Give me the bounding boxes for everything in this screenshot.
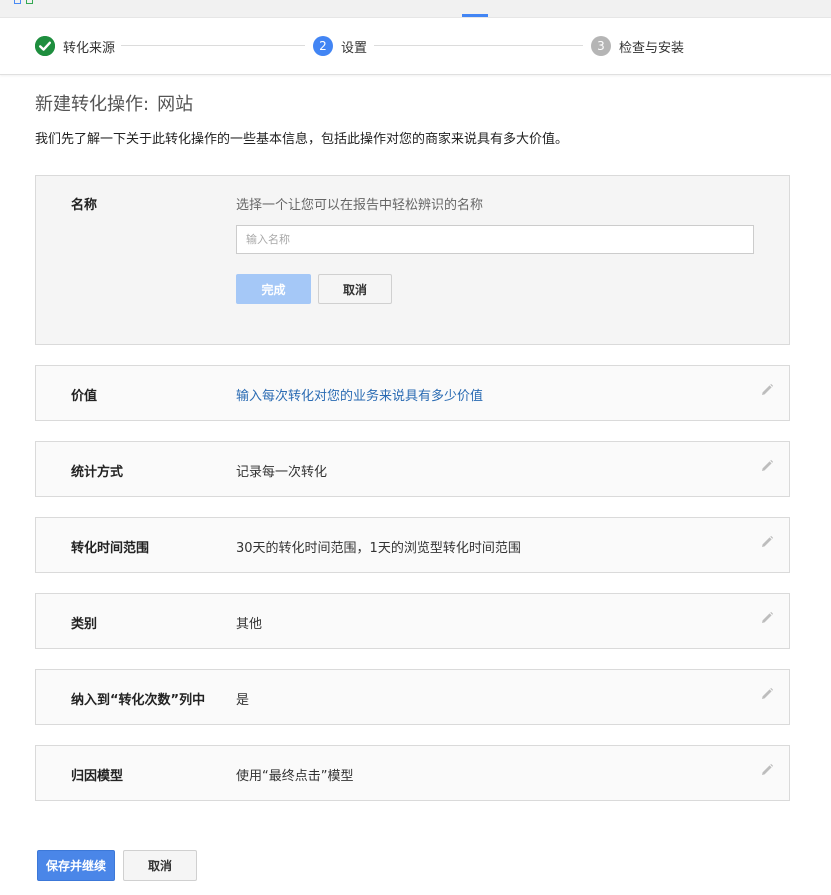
count-label: 统计方式 — [71, 465, 124, 480]
category-label: 类别 — [71, 617, 98, 632]
pencil-icon[interactable] — [760, 383, 774, 397]
pencil-icon[interactable] — [760, 763, 774, 777]
step-label: 检查与安装 — [619, 40, 685, 56]
include-in-conversions-section[interactable]: 纳入到“转化次数”列中 是 — [35, 669, 790, 725]
count-section[interactable]: 统计方式 记录每一次转化 — [35, 441, 790, 497]
active-tab-indicator — [462, 14, 488, 17]
step-review-install[interactable]: 3 检查与安装 — [591, 35, 684, 57]
name-label: 名称 — [71, 198, 98, 213]
attribution-model-value: 使用“最终点击”模型 — [236, 769, 354, 784]
cancel-button[interactable]: 取消 — [123, 850, 197, 881]
category-section[interactable]: 类别 其他 — [35, 593, 790, 649]
name-input[interactable] — [236, 225, 754, 254]
attribution-model-section[interactable]: 归因模型 使用“最终点击”模型 — [35, 745, 790, 801]
app-logo-icon — [14, 0, 44, 4]
page-description: 我们先了解一下关于此转化操作的一些基本信息，包括此操作对您的商家来说具有多大价值… — [35, 132, 569, 147]
pencil-icon[interactable] — [760, 687, 774, 701]
progress-stepper: 转化来源 2 设置 3 检查与安装 — [0, 18, 831, 75]
include-in-conversions-label: 纳入到“转化次数”列中 — [71, 693, 206, 708]
name-section: 名称 选择一个让您可以在报告中轻松辨识的名称 完成 取消 — [35, 175, 790, 345]
step-settings[interactable]: 2 设置 — [313, 35, 367, 57]
value-link[interactable]: 输入每次转化对您的业务来说具有多少价值 — [236, 385, 483, 404]
page-title: 新建转化操作: 网站 — [35, 90, 193, 116]
count-value: 记录每一次转化 — [236, 465, 328, 480]
conversion-window-label: 转化时间范围 — [71, 541, 150, 556]
top-bar — [0, 0, 831, 18]
step-connector — [374, 45, 583, 46]
value-label: 价值 — [71, 389, 98, 404]
conversion-window-section[interactable]: 转化时间范围 30天的转化时间范围，1天的浏览型转化时间范围 — [35, 517, 790, 573]
pencil-icon[interactable] — [760, 611, 774, 625]
value-section[interactable]: 价值 输入每次转化对您的业务来说具有多少价值 — [35, 365, 790, 421]
step-number: 3 — [591, 36, 611, 56]
step-conversion-source[interactable]: 转化来源 — [35, 35, 115, 57]
pencil-icon[interactable] — [760, 535, 774, 549]
pencil-icon[interactable] — [760, 459, 774, 473]
step-number: 2 — [313, 36, 333, 56]
name-cancel-button[interactable]: 取消 — [318, 274, 392, 304]
save-and-continue-button[interactable]: 保存并继续 — [37, 850, 115, 881]
include-in-conversions-value: 是 — [236, 693, 250, 708]
category-value: 其他 — [236, 617, 263, 632]
attribution-model-label: 归因模型 — [71, 769, 124, 784]
page-title-prefix: 新建转化操作: — [35, 94, 150, 115]
checkmark-icon — [35, 36, 55, 56]
step-label: 转化来源 — [63, 40, 116, 56]
name-hint: 选择一个让您可以在报告中轻松辨识的名称 — [236, 198, 484, 213]
step-connector — [121, 45, 305, 46]
step-label: 设置 — [341, 40, 368, 56]
conversion-window-value: 30天的转化时间范围，1天的浏览型转化时间范围 — [236, 541, 521, 556]
page-title-type: 网站 — [157, 94, 194, 115]
done-button[interactable]: 完成 — [236, 274, 311, 304]
